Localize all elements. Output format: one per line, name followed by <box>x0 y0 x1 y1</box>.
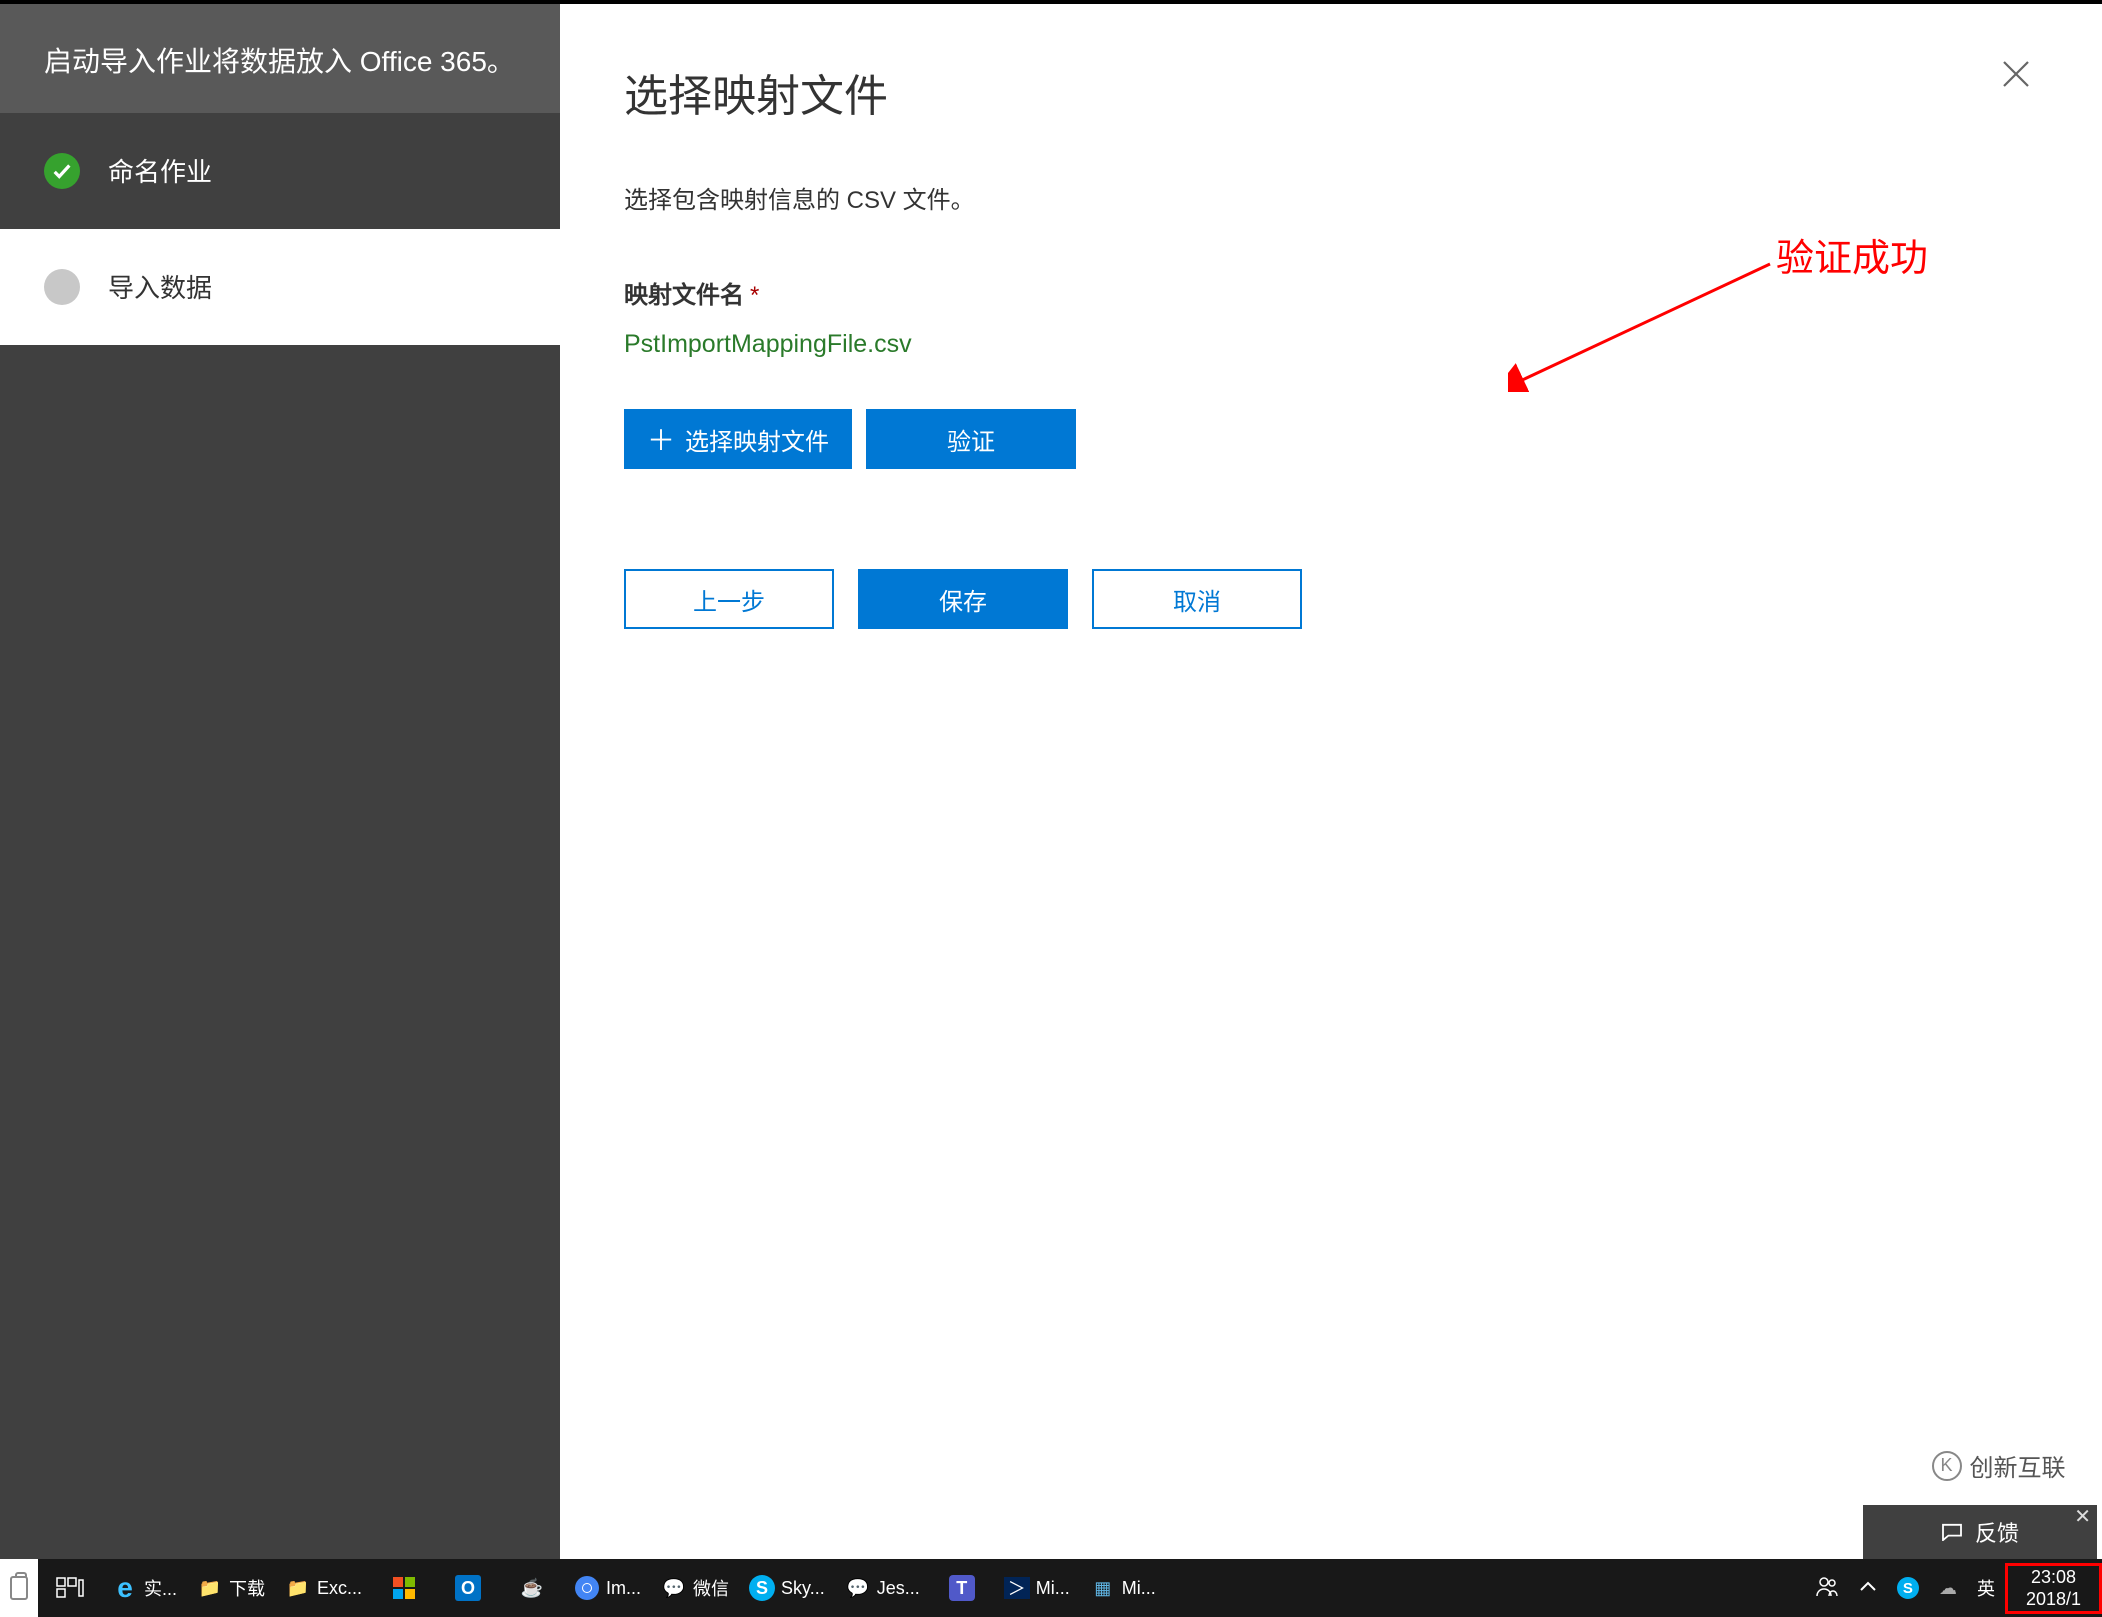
main-panel: 选择映射文件 选择包含映射信息的 CSV 文件。 映射文件名* PstImpor… <box>560 4 2102 1559</box>
taskbar-tray-onedrive-icon[interactable]: ☁ <box>1929 1578 1967 1599</box>
skype-icon: S <box>749 1575 775 1601</box>
taskbar-people-icon[interactable] <box>1805 1574 1849 1603</box>
wizard-steps: 命名作业 导入数据 <box>0 113 560 345</box>
taskbar-store[interactable] <box>372 1559 436 1617</box>
save-button[interactable]: 保存 <box>858 569 1068 629</box>
taskbar-edge[interactable]: e实... <box>102 1559 187 1617</box>
taskbar-left: e实... 📁下载 📁Exc... O ☕ Im... 💬微信 SSky... … <box>0 1559 1166 1617</box>
speech-bubble-icon <box>1941 1523 1963 1541</box>
wizard-step-label: 导入数据 <box>108 268 212 305</box>
taskbar: e实... 📁下载 📁Exc... O ☕ Im... 💬微信 SSky... … <box>0 1559 2102 1617</box>
outlook-icon: O <box>455 1575 481 1601</box>
clock-date: 2018/1 <box>2026 1588 2081 1611</box>
edge-icon: e <box>112 1575 138 1601</box>
wizard-step-label: 命名作业 <box>108 152 212 189</box>
select-file-button[interactable]: ＋ 选择映射文件 <box>624 409 852 469</box>
taskbar-outlook[interactable]: O <box>436 1559 500 1617</box>
chat-icon: 💬 <box>845 1575 871 1601</box>
check-icon <box>44 153 80 189</box>
selected-file-name: PstImportMappingFile.csv <box>624 330 2038 359</box>
taskbar-clock[interactable]: 23:08 2018/1 <box>2005 1563 2102 1614</box>
wizard-sidebar: 启动导入作业将数据放入 Office 365。 命名作业 导入数据 <box>0 4 560 1559</box>
taskbar-mic-icon[interactable] <box>0 1559 38 1617</box>
clock-time: 23:08 <box>2026 1566 2081 1589</box>
taskbar-downloads[interactable]: 📁下载 <box>187 1559 275 1617</box>
store-icon <box>391 1575 417 1601</box>
wizard-nav: 上一步 保存 取消 <box>624 569 2038 629</box>
plus-icon: ＋ <box>647 419 675 459</box>
server-icon: ▦ <box>1090 1575 1116 1601</box>
back-button[interactable]: 上一步 <box>624 569 834 629</box>
taskbar-taskview-icon[interactable] <box>38 1559 102 1617</box>
wizard-step-name-job[interactable]: 命名作业 <box>0 113 560 229</box>
folder-icon: 📁 <box>285 1575 311 1601</box>
java-icon: ☕ <box>519 1575 545 1601</box>
page-title: 选择映射文件 <box>624 60 2038 124</box>
taskbar-ime[interactable]: 英 <box>1967 1575 2005 1601</box>
taskbar-powershell[interactable]: ＞Mi... <box>994 1559 1080 1617</box>
taskbar-java[interactable]: ☕ <box>500 1559 564 1617</box>
taskbar-tray-chevron-icon[interactable] <box>1849 1578 1887 1599</box>
annotation-arrow-icon <box>1508 252 1776 392</box>
taskbar-tray-skype-icon[interactable]: S <box>1887 1577 1929 1599</box>
required-mark: * <box>750 282 759 309</box>
window: 启动导入作业将数据放入 Office 365。 命名作业 导入数据 选择映射文件… <box>0 0 2102 1559</box>
chrome-icon <box>574 1575 600 1601</box>
circle-icon <box>44 269 80 305</box>
taskbar-chrome[interactable]: Im... <box>564 1559 651 1617</box>
taskbar-teams[interactable]: T <box>930 1559 994 1617</box>
wizard-title: 启动导入作业将数据放入 Office 365。 <box>0 4 560 113</box>
cancel-button[interactable]: 取消 <box>1092 569 1302 629</box>
watermark-icon: K <box>1932 1451 1962 1481</box>
annotation-text: 验证成功 <box>1776 227 1928 282</box>
file-actions: ＋ 选择映射文件 验证 <box>624 409 2038 469</box>
taskbar-server[interactable]: ▦Mi... <box>1080 1559 1166 1617</box>
taskbar-right: S ☁ 英 23:08 2018/1 <box>1805 1559 2102 1617</box>
taskbar-wechat[interactable]: 💬微信 <box>651 1559 739 1617</box>
watermark: K 创新互联 <box>1895 1434 2102 1497</box>
powershell-icon: ＞ <box>1004 1577 1030 1599</box>
taskbar-skype[interactable]: SSky... <box>739 1559 835 1617</box>
feedback-button[interactable]: ✕ 反馈 <box>1863 1505 2097 1559</box>
taskbar-chat[interactable]: 💬Jes... <box>835 1559 930 1617</box>
taskbar-folder-exc[interactable]: 📁Exc... <box>275 1559 372 1617</box>
folder-download-icon: 📁 <box>197 1575 223 1601</box>
wizard-step-import-data[interactable]: 导入数据 <box>0 229 560 345</box>
feedback-close-icon[interactable]: ✕ <box>2074 1507 2091 1527</box>
page-subtitle: 选择包含映射信息的 CSV 文件。 <box>624 180 2038 215</box>
validate-button[interactable]: 验证 <box>866 409 1076 469</box>
teams-icon: T <box>949 1575 975 1601</box>
wechat-icon: 💬 <box>661 1575 687 1601</box>
close-button[interactable] <box>1998 56 2042 100</box>
